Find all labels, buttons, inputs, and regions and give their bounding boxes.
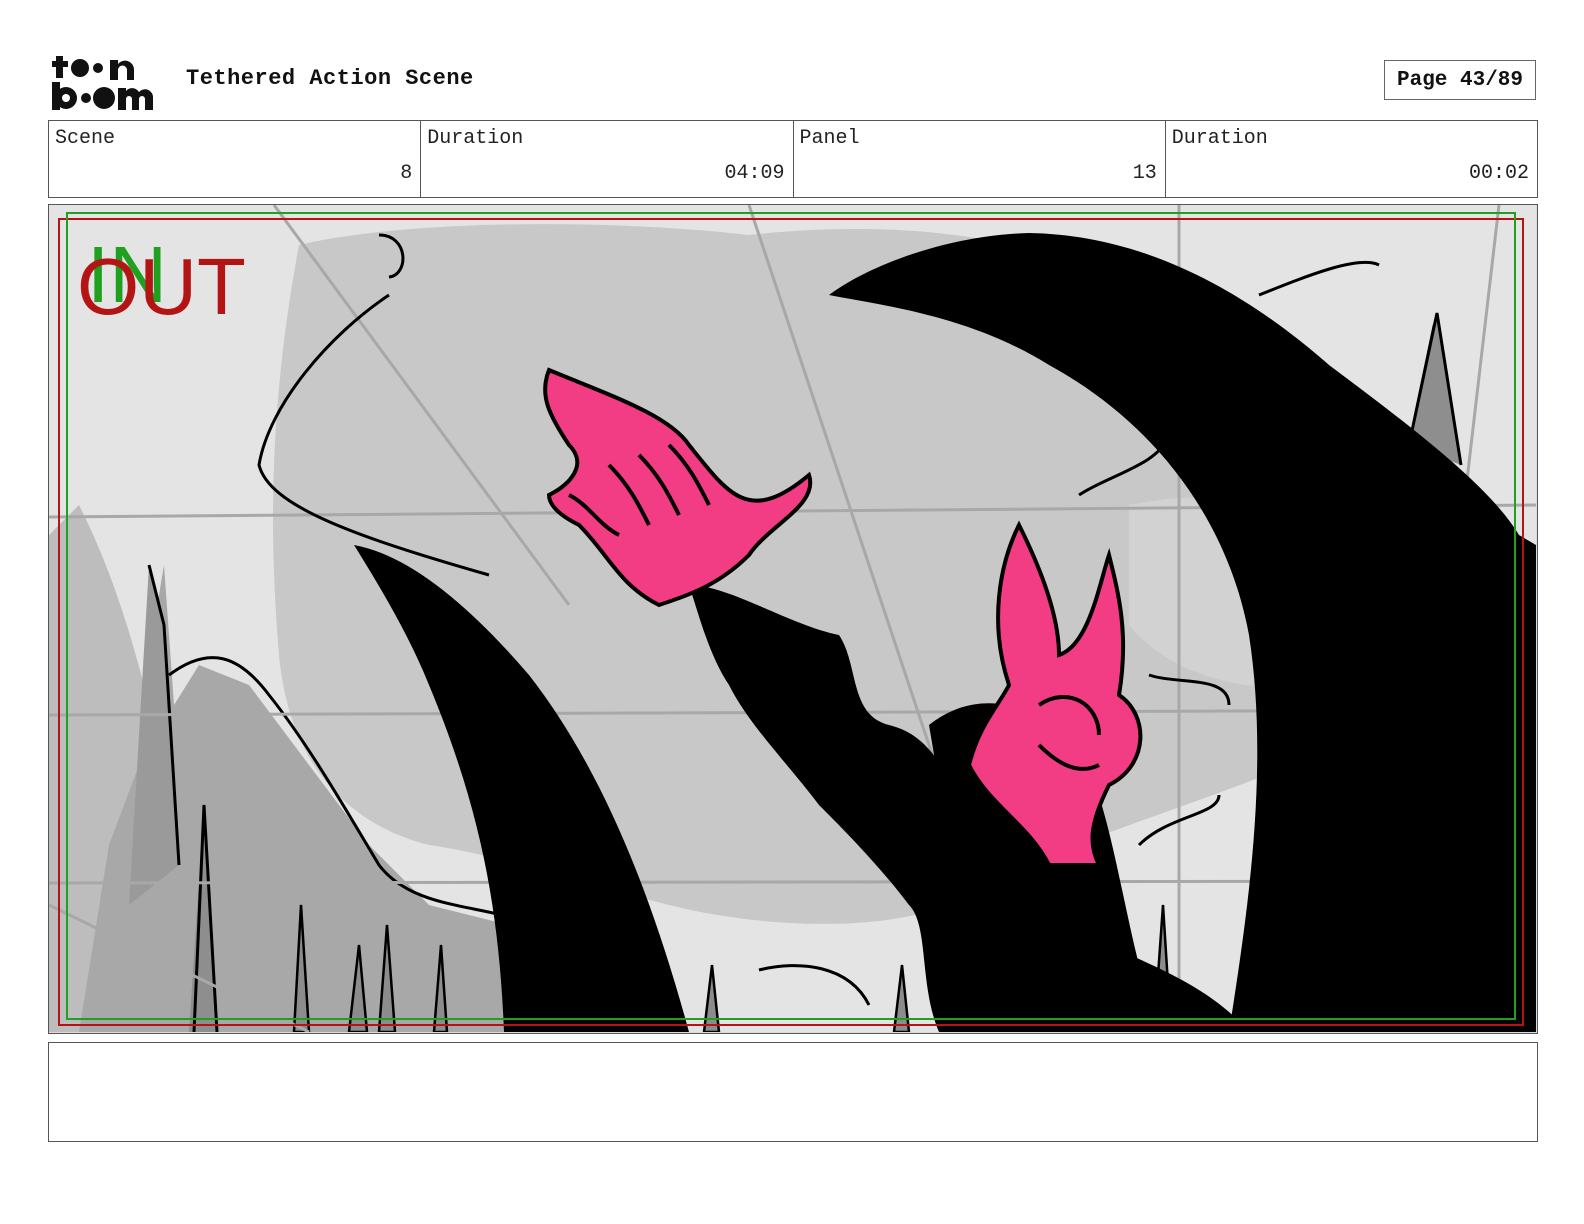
panel-label: Panel: [799, 127, 860, 150]
panel-duration-cell: Duration 00:02: [1166, 121, 1537, 197]
out-marker: OUT: [77, 242, 246, 331]
scene-value: 8: [400, 162, 413, 185]
panel-value: 13: [1132, 162, 1157, 185]
scene-duration-value: 04:09: [724, 162, 785, 185]
document-title: Tethered Action Scene: [186, 66, 474, 91]
panel-drawing: [49, 205, 1536, 1032]
toon-boom-logo: [52, 50, 164, 112]
scene-label: Scene: [55, 127, 116, 150]
page-indicator: Page 43/89: [1384, 60, 1536, 100]
panel-cell: Panel 13: [794, 121, 1166, 197]
panel-info-table: Scene 8 Duration 04:09 Panel 13 Duration…: [48, 120, 1538, 198]
scene-duration-cell: Duration 04:09: [421, 121, 794, 197]
panel-duration-value: 00:02: [1468, 162, 1529, 185]
scene-duration-label: Duration: [427, 127, 524, 150]
panel-notes-box: [48, 1042, 1538, 1142]
storyboard-panel-image: IN OUT: [48, 204, 1538, 1034]
scene-cell: Scene 8: [49, 121, 422, 197]
panel-duration-label: Duration: [1171, 127, 1268, 150]
